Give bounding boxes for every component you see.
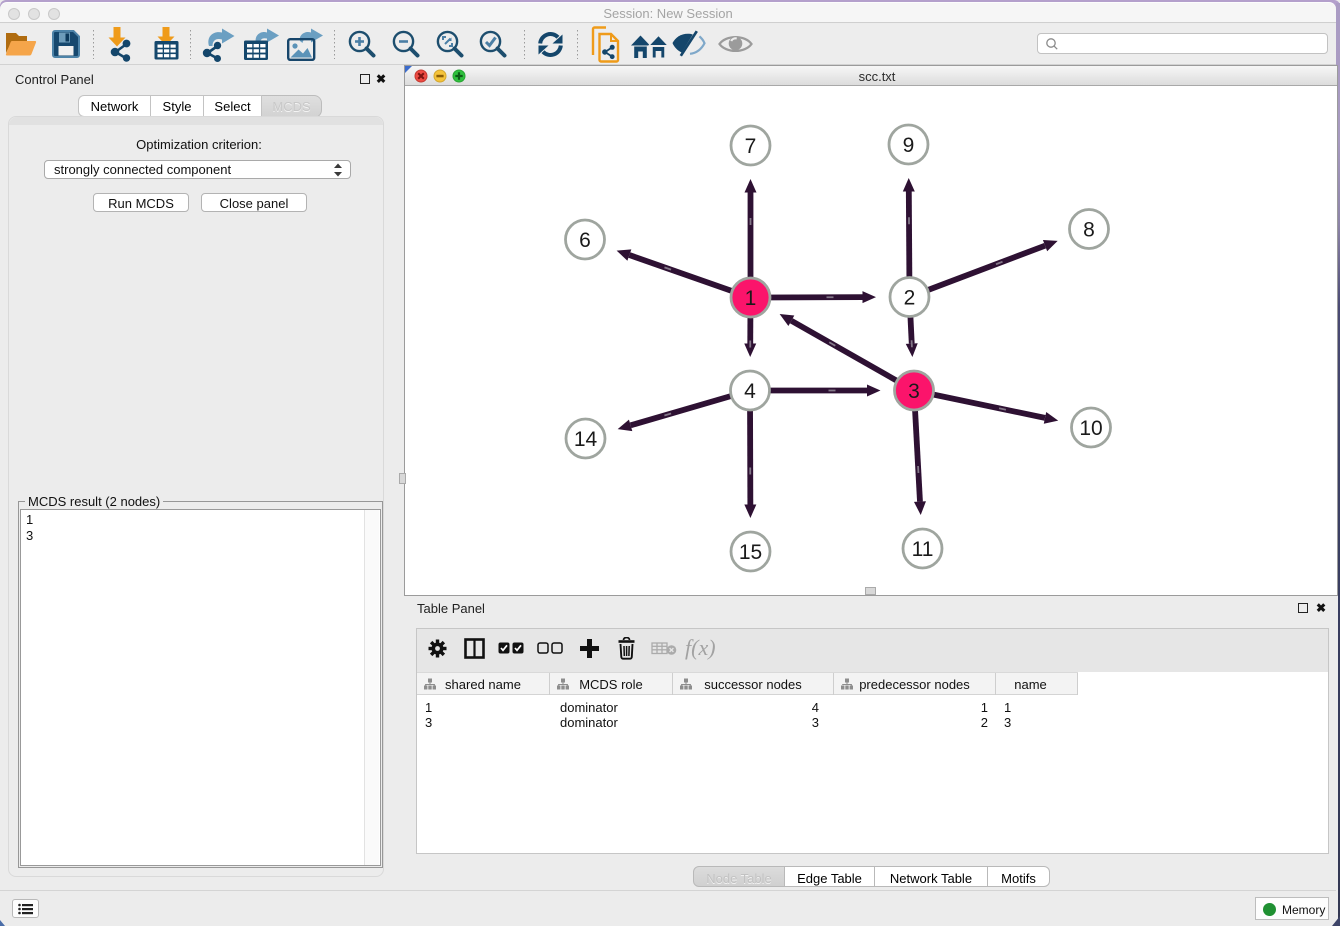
svg-text:7: 7	[745, 135, 757, 158]
svg-text:6: 6	[579, 229, 591, 252]
svg-text:4: 4	[744, 380, 756, 403]
svg-text:2: 2	[904, 287, 916, 310]
svg-text:1: 1	[745, 287, 757, 310]
svg-text:8: 8	[1083, 219, 1095, 242]
svg-text:9: 9	[903, 134, 915, 157]
svg-text:14: 14	[574, 428, 598, 451]
svg-text:10: 10	[1079, 417, 1102, 440]
svg-text:11: 11	[912, 538, 934, 561]
svg-text:3: 3	[908, 380, 920, 403]
svg-text:15: 15	[739, 541, 762, 564]
